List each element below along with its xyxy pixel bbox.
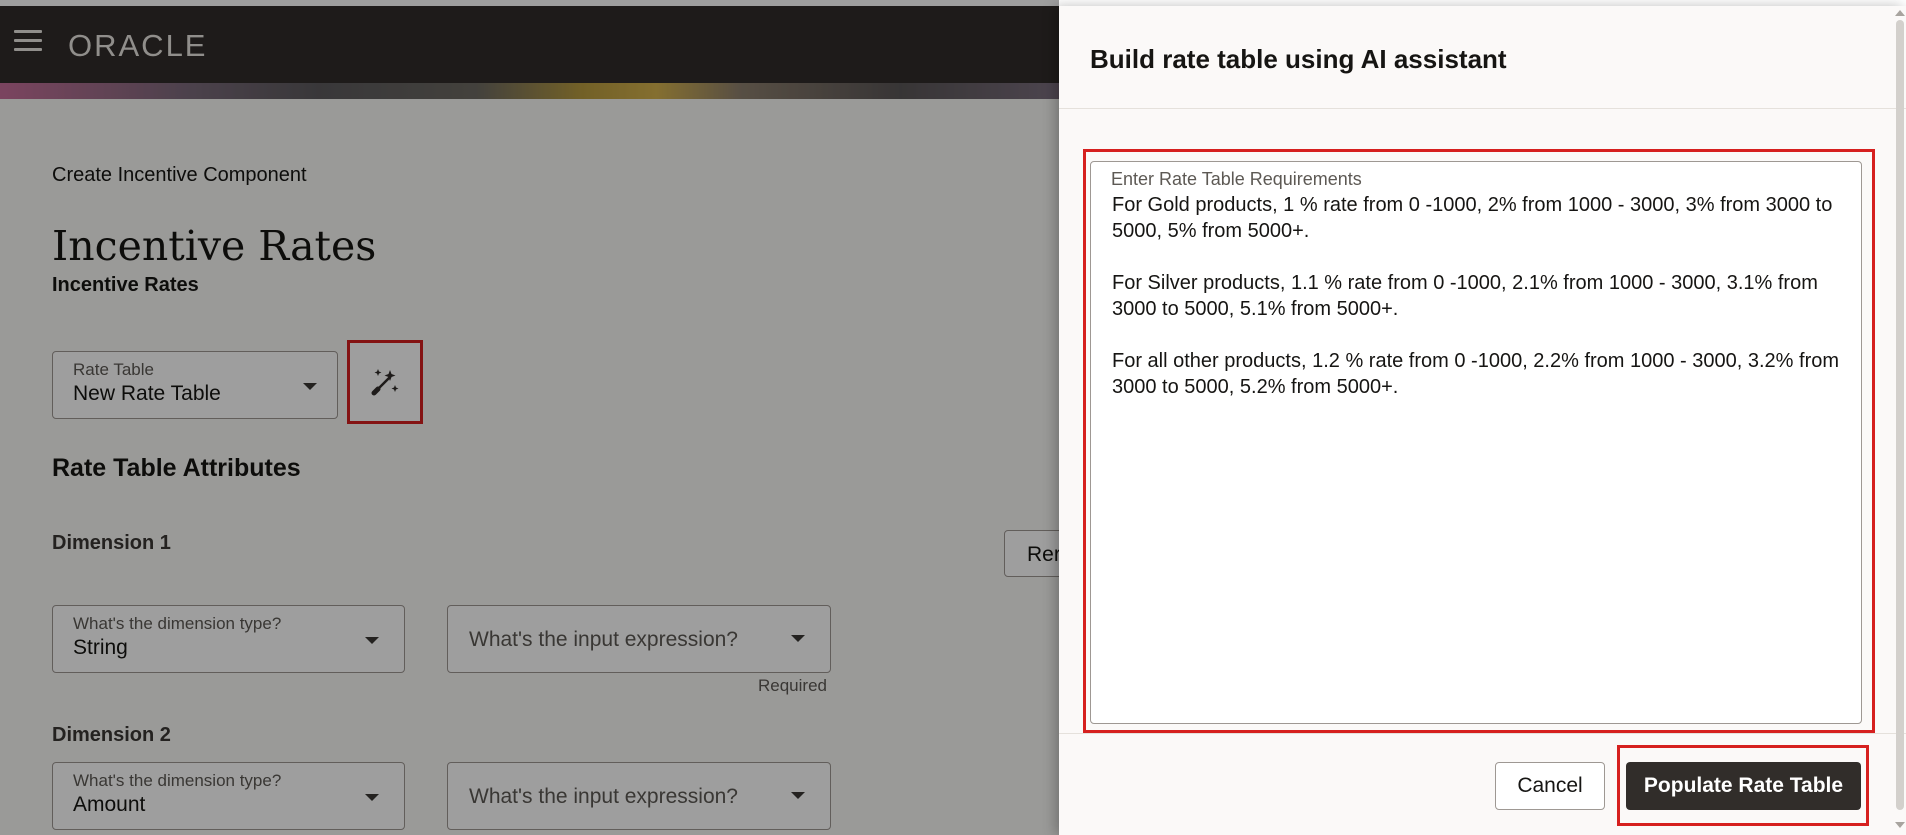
- drawer-header-divider: [1059, 108, 1906, 109]
- modal-overlay: [0, 0, 1059, 835]
- drawer-scrollbar[interactable]: [1896, 20, 1904, 810]
- drawer-footer-divider: [1059, 733, 1906, 734]
- cancel-button[interactable]: Cancel: [1495, 762, 1605, 810]
- scroll-down-icon[interactable]: [1895, 822, 1905, 828]
- populate-button-highlight: [1617, 745, 1869, 826]
- scroll-up-icon[interactable]: [1895, 10, 1905, 16]
- requirements-highlight: [1083, 149, 1875, 733]
- drawer-title: Build rate table using AI assistant: [1090, 44, 1507, 74]
